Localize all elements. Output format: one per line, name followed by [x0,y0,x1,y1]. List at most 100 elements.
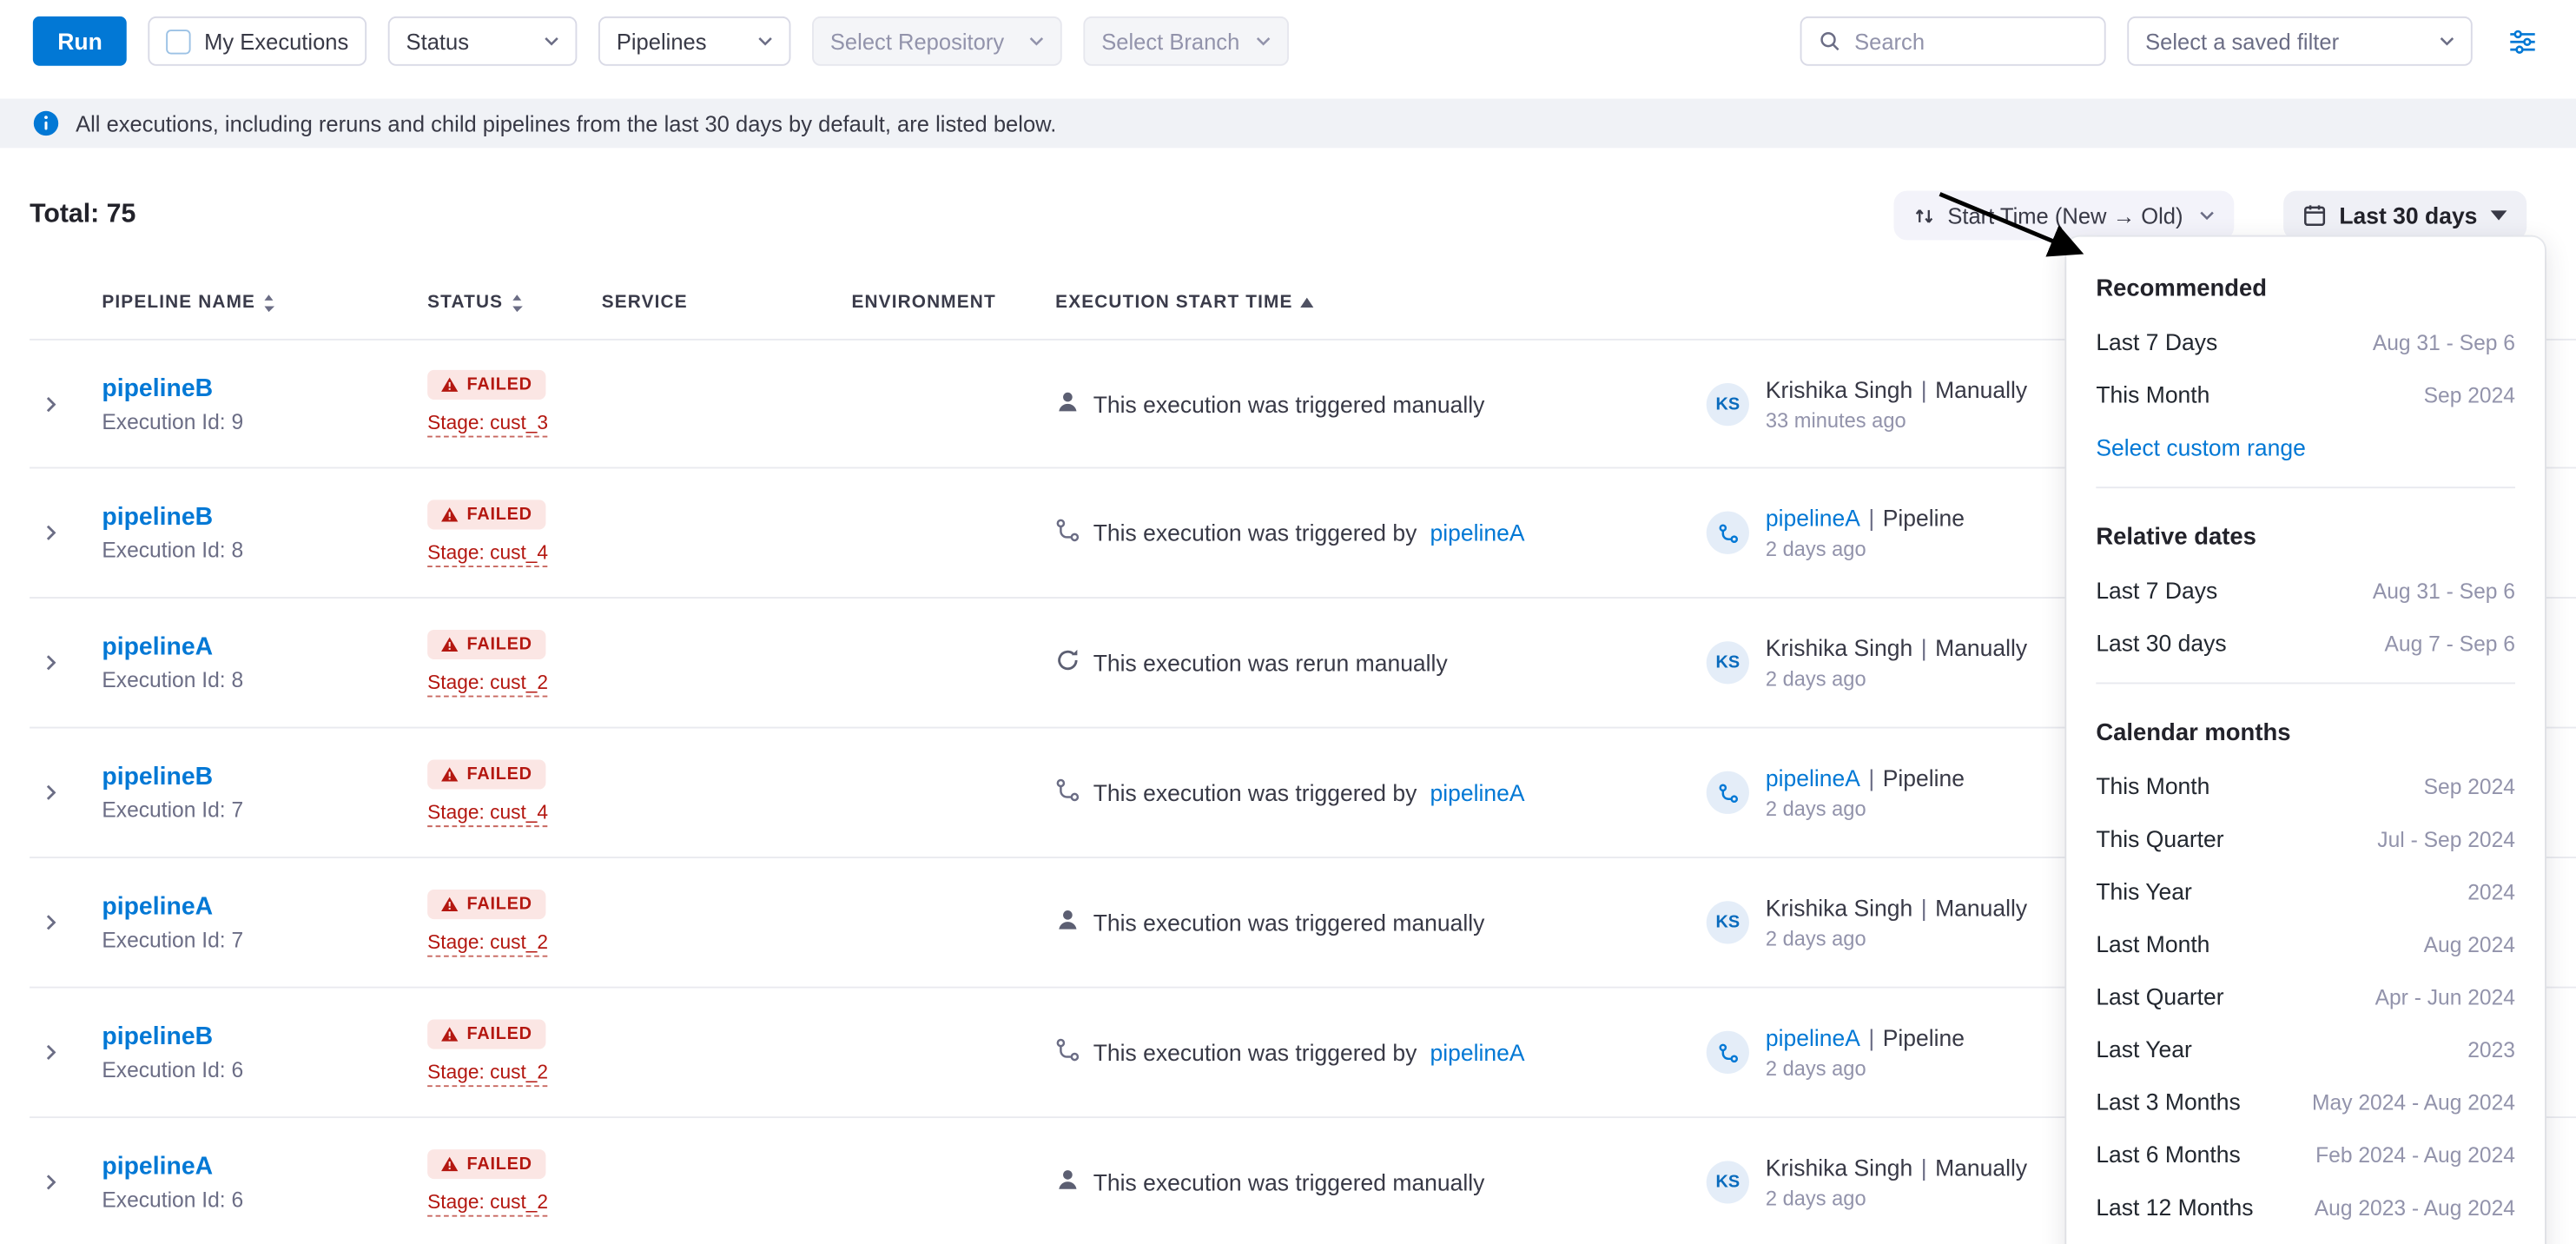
stage-link[interactable]: Stage: cust_2 [427,1189,548,1215]
pipeline-link[interactable]: pipelineA [102,1153,427,1181]
trigger-pipeline-link[interactable]: pipelineA [1430,519,1524,546]
stage-link[interactable]: Stage: cust_3 [427,411,548,437]
warning-icon [440,1025,459,1042]
sort-order-label: Start Time (New → Old) [1947,203,2183,228]
menu-section: Relative dates Last 7 Days Aug 31 - Sep … [2096,501,2515,684]
status-badge: FAILED [427,889,545,918]
warning-icon [440,1155,459,1172]
execution-time: 2 days ago [1766,1188,2027,1210]
column-header[interactable]: ENVIRONMENT [851,293,1055,313]
date-range-button[interactable]: Last 30 days [2283,191,2526,241]
pipeline-link[interactable]: pipelineB [102,763,427,791]
menu-item[interactable]: Last 7 Days Aug 31 - Sep 6 [2096,564,2515,617]
pipeline-link[interactable]: pipelineB [102,503,427,531]
trigger-pipeline-icon [1055,778,1080,807]
info-banner-text: All executions, including reruns and chi… [76,111,1056,136]
column-header[interactable]: STATUS [427,293,602,313]
menu-item[interactable]: Last 6 Months Feb 2024 - Aug 2024 [2096,1128,2515,1181]
executions-page: Run My Executions Status Pipelines Selec… [0,0,2576,1244]
menu-item[interactable]: This Year 2024 [2096,865,2515,918]
pipeline-link[interactable]: pipelineA [102,633,427,661]
stage-link[interactable]: Stage: cust_2 [427,1060,548,1086]
menu-item[interactable]: Last Quarter Apr - Jun 2024 [2096,970,2515,1023]
row-expander[interactable] [30,395,102,412]
row-expander[interactable] [30,525,102,541]
trigger-text: This execution was triggered manually [1093,910,1485,936]
triggered-by-type: Manually [1935,376,2027,402]
menu-item-label: This Year [2096,878,2191,904]
warning-icon [440,765,459,782]
my-executions-checkbox[interactable] [167,29,191,53]
filter-settings-button[interactable] [2502,23,2543,61]
chevron-right-icon [46,654,56,671]
trigger-text: This execution was triggered by [1093,779,1417,805]
trigger-pipeline-link[interactable]: pipelineA [1430,1039,1524,1065]
stage-link[interactable]: Stage: cust_2 [427,670,548,696]
status-dropdown-label: Status [406,29,469,53]
stage-link[interactable]: Stage: cust_4 [427,540,548,566]
menu-section: Recommended Last 7 Days Aug 31 - Sep 6 T… [2096,253,2515,488]
stage-link[interactable]: Stage: cust_4 [427,800,548,826]
row-expander[interactable] [30,1044,102,1061]
pipeline-link[interactable]: pipelineB [102,374,427,402]
row-expander[interactable] [30,784,102,801]
branch-dropdown[interactable]: Select Branch [1083,17,1289,66]
menu-item[interactable]: Last 3 Months May 2024 - Aug 2024 [2096,1075,2515,1128]
info-banner: All executions, including reruns and chi… [0,99,2576,149]
menu-section-title: Recommended [2096,263,2515,316]
avatar: KS [1707,641,1749,684]
my-executions-filter[interactable]: My Executions [149,17,367,66]
column-header[interactable]: PIPELINE NAME [102,293,427,313]
column-header[interactable]: EXECUTION START TIME [1055,293,1707,313]
pipelines-dropdown[interactable]: Pipelines [598,17,790,66]
execution-id: Execution Id: 7 [102,928,427,952]
chevron-down-icon [2199,210,2214,220]
column-header[interactable]: SERVICE [602,293,852,313]
menu-item[interactable]: Select custom range [2096,421,2515,474]
menu-item[interactable]: This Quarter Jul - Sep 2024 [2096,812,2515,865]
trigger-manual-icon [1055,389,1080,419]
search-input[interactable] [1854,29,2088,53]
chevron-down-icon [1029,36,1044,46]
triggered-by-name: Krishika Singh [1766,635,1912,661]
execution-id: Execution Id: 8 [102,538,427,562]
by-separator: | [1921,376,1927,402]
execution-id: Execution Id: 8 [102,667,427,691]
menu-item[interactable]: Last Year 2023 [2096,1022,2515,1075]
avatar-pipeline-icon [1717,782,1739,804]
chevron-right-icon [46,1174,56,1190]
menu-item-value: Sep 2024 [2424,774,2515,798]
triggered-by-name: pipelineA [1766,764,1860,791]
menu-item[interactable]: Last 30 days Aug 7 - Sep 6 [2096,617,2515,670]
menu-item[interactable]: This Month Sep 2024 [2096,759,2515,812]
menu-section-items: Last 7 Days Aug 31 - Sep 6 This Month Se… [2096,315,2515,473]
sort-order-icon [1913,205,1935,227]
saved-filter-dropdown[interactable]: Select a saved filter [2127,17,2472,66]
row-expander[interactable] [30,1174,102,1190]
menu-item-label: This Month [2096,381,2209,407]
menu-item-value: 2024 [2467,879,2515,903]
row-expander[interactable] [30,654,102,671]
pipeline-link[interactable]: pipelineA [102,893,427,921]
run-button[interactable]: Run [33,17,127,66]
menu-item[interactable]: Last Month Aug 2024 [2096,917,2515,970]
search-field[interactable] [1800,17,2106,66]
warning-icon [440,896,459,912]
avatar [1707,1031,1749,1074]
status-badge-label: FAILED [467,1023,532,1043]
stage-link[interactable]: Stage: cust_2 [427,930,548,956]
status-dropdown[interactable]: Status [388,17,578,66]
chevron-right-icon [46,395,56,412]
triggered-by-name: Krishika Singh [1766,1155,1912,1181]
menu-item-label: Last 12 Months [2096,1194,2253,1220]
menu-item[interactable]: Last 7 Days Aug 31 - Sep 6 [2096,315,2515,368]
triggered-by-name: pipelineA [1766,505,1860,531]
repository-dropdown[interactable]: Select Repository [812,17,1062,66]
row-expander[interactable] [30,914,102,930]
menu-item[interactable]: This Month Sep 2024 [2096,368,2515,421]
menu-item[interactable]: Last 12 Months Aug 2023 - Aug 2024 [2096,1181,2515,1234]
trigger-pipeline-link[interactable]: pipelineA [1430,779,1524,805]
sort-order-dropdown[interactable]: Start Time (New → Old) [1893,191,2234,241]
execution-id: Execution Id: 7 [102,797,427,822]
pipeline-link[interactable]: pipelineB [102,1022,427,1050]
